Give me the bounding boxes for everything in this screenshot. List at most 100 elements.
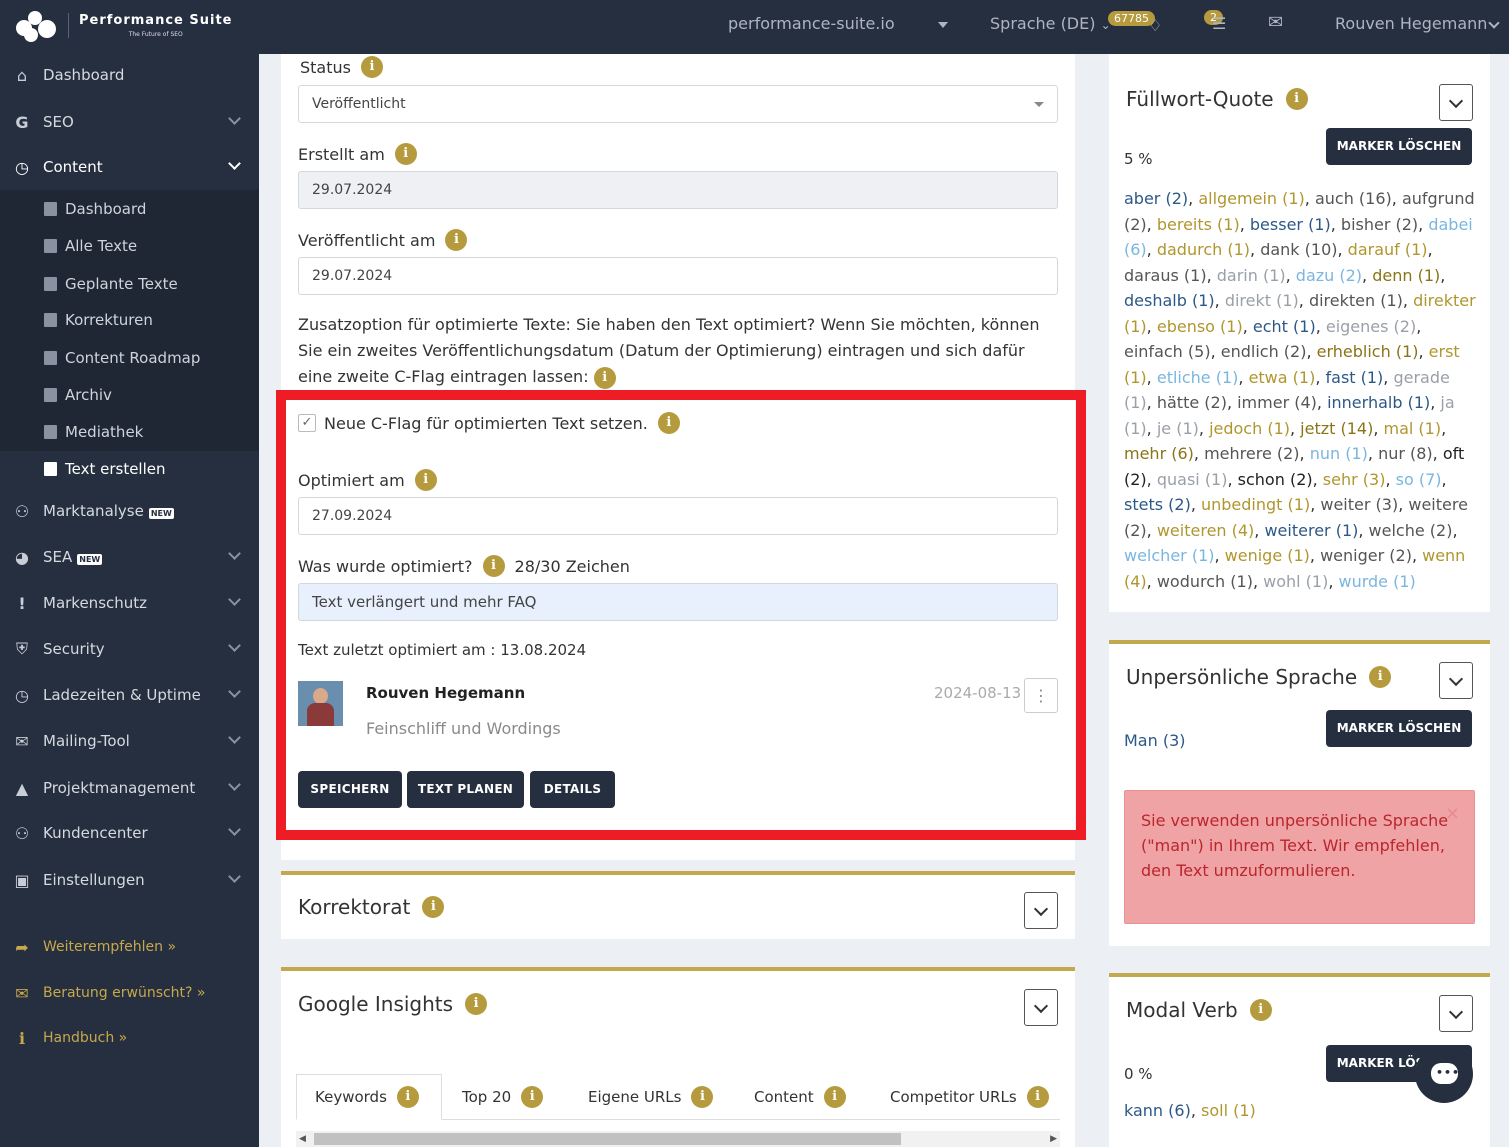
sidebar-subitem-mediathek[interactable]: Mediathek [44, 423, 143, 441]
fuellwort-collapse-button[interactable] [1439, 84, 1473, 121]
filler-word[interactable]: darin (1) [1217, 266, 1286, 285]
optimized-date-field[interactable]: 27.09.2024 [298, 497, 1058, 535]
filler-word[interactable]: darauf (1) [1348, 240, 1428, 259]
sidebar-subitem-geplante-texte[interactable]: Geplante Texte [44, 275, 178, 293]
chat-widget-button[interactable]: ••• [1415, 1045, 1473, 1103]
filler-word[interactable]: direkten (1) [1309, 291, 1403, 310]
tab-competitor-urls[interactable]: Competitor URLs i [890, 1074, 1049, 1120]
sidebar-subitem-alle-texte[interactable]: Alle Texte [44, 237, 137, 255]
filler-word[interactable]: mal (1) [1384, 419, 1442, 438]
scroll-right-icon[interactable]: ▶ [1050, 1134, 1057, 1144]
sidebar-item-markenschutz[interactable]: ! Markenschutz [0, 583, 259, 623]
filler-word[interactable]: wohl (1) [1263, 572, 1328, 591]
filler-word[interactable]: etliche (1) [1157, 368, 1239, 387]
filler-word[interactable]: auch (16) [1315, 189, 1392, 208]
unpersoenlich-clear-marker-button[interactable]: MARKER LÖSCHEN [1326, 710, 1472, 747]
sidebar-subitem-text-erstellen[interactable]: Text erstellen [44, 460, 166, 478]
scrollbar-thumb[interactable] [314, 1133, 901, 1145]
filler-word[interactable]: fast (1) [1326, 368, 1384, 387]
domain-selector[interactable]: performance-suite.io [728, 14, 895, 33]
filler-word[interactable]: schon (2) [1238, 470, 1313, 489]
filler-word[interactable]: jedoch (1) [1209, 419, 1290, 438]
korrektorat-collapse-button[interactable] [1024, 892, 1058, 929]
filler-word[interactable]: weniger (2) [1320, 546, 1412, 565]
cflag-checkbox[interactable]: ✓ [298, 414, 316, 432]
filler-word[interactable]: bisher (2) [1341, 215, 1418, 234]
filler-word[interactable]: nur (8) [1378, 444, 1433, 463]
list-icon[interactable]: ☰ [1212, 14, 1226, 33]
filler-word[interactable]: erheblich (1) [1317, 342, 1419, 361]
published-date-field[interactable]: 29.07.2024 [298, 257, 1058, 295]
filler-word[interactable]: immer (4) [1237, 393, 1317, 412]
details-button[interactable]: DETAILS [530, 771, 615, 808]
filler-word[interactable]: mehr (6) [1124, 444, 1194, 463]
tab-keywords[interactable]: Keywords i [296, 1074, 442, 1120]
sidebar-subitem-archiv[interactable]: Archiv [44, 386, 112, 404]
horizontal-scrollbar[interactable]: ◀ ▶ [296, 1131, 1060, 1147]
chevron-down-icon[interactable] [1488, 17, 1500, 29]
filler-word[interactable]: allgemein (1) [1198, 189, 1304, 208]
filler-word[interactable]: dadurch (1) [1157, 240, 1250, 259]
info-icon[interactable]: i [445, 229, 468, 251]
modal-verb-collapse-button[interactable] [1439, 995, 1473, 1032]
filler-word[interactable]: jetzt (14) [1300, 419, 1373, 438]
sidebar-subitem-dashboard[interactable]: Dashboard [44, 200, 146, 218]
filler-word[interactable]: dank (10) [1260, 240, 1337, 259]
sidebar-item-security[interactable]: ⛨ Security [0, 629, 259, 669]
filler-word[interactable]: daraus (1) [1124, 266, 1207, 285]
filler-word[interactable]: quasi (1) [1157, 470, 1228, 489]
filler-word[interactable]: wodurch (1) [1157, 572, 1253, 591]
sidebar-item-seo[interactable]: G SEO [0, 102, 259, 142]
info-icon[interactable]: i [1369, 666, 1392, 688]
sidebar-item-kundencenter[interactable]: ⚇ Kundencenter [0, 813, 259, 853]
info-icon[interactable]: i [1285, 88, 1308, 110]
filler-word[interactable]: echt (1) [1253, 317, 1316, 336]
link-handbuch[interactable]: i Handbuch » [0, 1018, 259, 1058]
filler-word[interactable]: weiter (3) [1320, 495, 1398, 514]
bell-icon[interactable]: ♢ [1148, 16, 1162, 35]
sidebar-item-einstellungen[interactable]: ▣ Einstellungen [0, 860, 259, 900]
filler-word[interactable]: welche (2) [1369, 521, 1453, 540]
mail-icon[interactable]: ✉ [1268, 12, 1283, 33]
fuellwort-clear-marker-button[interactable]: MARKER LÖSCHEN [1326, 128, 1472, 165]
filler-word[interactable]: sehr (3) [1323, 470, 1386, 489]
more-options-icon[interactable]: ⋮ [1024, 678, 1058, 713]
filler-word[interactable]: nun (1) [1310, 444, 1368, 463]
filler-word[interactable]: denn (1) [1372, 266, 1440, 285]
filler-word[interactable]: aber (2) [1124, 189, 1188, 208]
caret-down-icon[interactable] [938, 22, 948, 28]
filler-word[interactable]: je (1) [1157, 419, 1199, 438]
insights-collapse-button[interactable] [1024, 989, 1058, 1026]
info-icon[interactable]: i [360, 56, 383, 78]
info-icon[interactable]: i [657, 412, 680, 434]
sidebar-item-sea[interactable]: ◕ SEA NEW [0, 537, 259, 577]
language-selector[interactable]: Sprache (DE) ⌄ [990, 14, 1111, 33]
filler-word[interactable]: ebenso (1) [1157, 317, 1243, 336]
tab-eigene-urls[interactable]: Eigene URLs i [588, 1074, 714, 1120]
info-icon[interactable]: i [422, 896, 445, 918]
info-icon[interactable]: i [482, 555, 505, 577]
close-icon[interactable]: × [1445, 801, 1460, 826]
sidebar-item-content[interactable]: ◷ Content [0, 147, 259, 187]
sidebar-subitem-content-roadmap[interactable]: Content Roadmap [44, 349, 200, 367]
info-icon[interactable]: i [465, 993, 488, 1015]
link-weiterempfehlen[interactable]: ➦ Weiterempfehlen » [0, 927, 259, 967]
filler-word[interactable]: unbedingt (1) [1201, 495, 1310, 514]
tab-top20[interactable]: Top 20 i [462, 1074, 544, 1120]
status-select[interactable]: Veröffentlicht [298, 85, 1058, 123]
tab-content[interactable]: Content i [754, 1074, 846, 1120]
filler-word[interactable]: wurde (1) [1339, 572, 1416, 591]
filler-word[interactable]: soll (1) [1201, 1101, 1256, 1120]
unpersoenlich-collapse-button[interactable] [1439, 662, 1473, 699]
sidebar-item-marktanalyse[interactable]: ⚇ Marktanalyse NEW [0, 491, 259, 531]
filler-word[interactable]: so (7) [1396, 470, 1442, 489]
sidebar-subitem-korrekturen[interactable]: Korrekturen [44, 311, 153, 329]
filler-word[interactable]: besser (1) [1250, 215, 1331, 234]
what-optimized-input[interactable]: Text verlängert und mehr FAQ [298, 583, 1058, 621]
link-beratung[interactable]: ✉ Beratung erwünscht? » [0, 973, 259, 1013]
filler-word[interactable]: wenige (1) [1225, 546, 1310, 565]
filler-word[interactable]: bereits (1) [1157, 215, 1240, 234]
filler-word[interactable]: weiteren (4) [1157, 521, 1254, 540]
filler-word[interactable]: einfach (5) [1124, 342, 1211, 361]
info-icon[interactable]: i [1249, 999, 1272, 1021]
